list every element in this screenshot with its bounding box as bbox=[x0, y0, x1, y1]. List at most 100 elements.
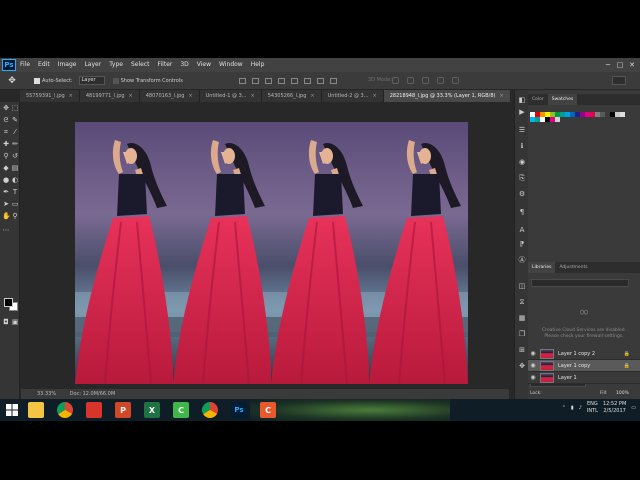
close-tab-icon[interactable]: × bbox=[69, 90, 73, 102]
close-tab-icon[interactable]: × bbox=[499, 90, 503, 102]
measurement-icon[interactable]: ⊞ bbox=[518, 346, 526, 354]
volume-icon[interactable]: ♪ bbox=[579, 405, 582, 411]
menu-layer[interactable]: Layer bbox=[80, 58, 105, 72]
crop-icon[interactable]: ⌗ bbox=[2, 128, 10, 136]
swatches-icon[interactable]: ▦ bbox=[518, 314, 526, 322]
3d-panel-icon[interactable]: ❒ bbox=[518, 330, 526, 338]
close-icon[interactable]: ✕ bbox=[626, 58, 638, 72]
tab-libraries[interactable]: Libraries bbox=[528, 262, 556, 273]
character-panel-icon[interactable]: A bbox=[518, 226, 526, 234]
history-panel-icon[interactable]: ◧ bbox=[518, 96, 526, 104]
camtasia-recorder-icon[interactable]: C bbox=[260, 402, 276, 418]
excel-icon[interactable]: X bbox=[144, 402, 160, 418]
document-canvas[interactable] bbox=[75, 122, 468, 384]
doc-tab-active[interactable]: 28218948_l.jpg @ 33.3% (Layer 1, RGB/8) × bbox=[383, 90, 511, 102]
menu-type[interactable]: Type bbox=[105, 58, 127, 72]
tab-swatches[interactable]: Swatches bbox=[547, 94, 578, 105]
doc-tab[interactable]: 48199771_l.jpg × bbox=[79, 90, 140, 102]
align-top-icon[interactable] bbox=[238, 77, 246, 84]
lasso-icon[interactable]: ᘓ bbox=[2, 116, 10, 124]
move-tool-icon[interactable]: ✥ bbox=[6, 75, 18, 87]
history-brush-icon[interactable]: ↺ bbox=[11, 152, 19, 160]
layer-comps-icon[interactable]: ◫ bbox=[518, 282, 526, 290]
menu-window[interactable]: Window bbox=[215, 58, 247, 72]
tray-up-arrow-icon[interactable]: ⌃ bbox=[562, 405, 566, 411]
network-icon[interactable]: ▮ bbox=[571, 405, 574, 411]
3d-roll-icon[interactable] bbox=[407, 77, 414, 84]
3d-scale-icon[interactable] bbox=[452, 77, 459, 84]
align-middle-icon[interactable] bbox=[251, 77, 259, 84]
language-indicator[interactable]: ENG INTL bbox=[587, 401, 598, 415]
menu-edit[interactable]: Edit bbox=[34, 58, 54, 72]
close-tab-icon[interactable]: × bbox=[188, 90, 192, 102]
align-center-icon[interactable] bbox=[290, 77, 298, 84]
maximize-icon[interactable]: □ bbox=[614, 58, 626, 72]
zoom-icon[interactable]: ⚲ bbox=[11, 212, 19, 220]
glyphs-panel-icon[interactable]: Ⓐ bbox=[518, 256, 526, 264]
chrome-icon-2[interactable] bbox=[202, 402, 218, 418]
close-tab-icon[interactable]: × bbox=[129, 90, 133, 102]
clone-source-icon[interactable]: ⎘ bbox=[518, 174, 526, 182]
navigator-icon[interactable]: ✥ bbox=[518, 362, 526, 370]
gradient-icon[interactable]: ▤ bbox=[11, 164, 19, 172]
doc-tab[interactable]: 54305266_l.jpg × bbox=[261, 90, 322, 102]
visibility-eye-icon[interactable]: ◉ bbox=[528, 350, 538, 357]
blur-icon[interactable]: ● bbox=[2, 176, 10, 184]
minimize-icon[interactable]: ─ bbox=[602, 58, 614, 72]
hand-icon[interactable]: ✋ bbox=[2, 212, 11, 220]
doc-tab[interactable]: 48070163_l.jpg × bbox=[139, 90, 200, 102]
notes-panel-icon[interactable]: ¶ bbox=[518, 208, 526, 216]
actions-panel-icon[interactable]: ▶ bbox=[518, 108, 526, 116]
distribute-icon[interactable] bbox=[316, 77, 324, 84]
path-select-icon[interactable]: ➤ bbox=[2, 200, 10, 208]
doc-tab[interactable]: 55759391_l.jpg × bbox=[20, 90, 80, 102]
menu-select[interactable]: Select bbox=[127, 58, 154, 72]
transform-controls-checkbox[interactable] bbox=[112, 77, 119, 84]
pen-icon[interactable]: ✒ bbox=[2, 188, 10, 196]
clock[interactable]: 12:52 PM 2/5/2017 bbox=[603, 401, 626, 415]
swatch[interactable] bbox=[620, 112, 625, 117]
dodge-icon[interactable]: ◐ bbox=[11, 176, 19, 184]
edit-toolbar-icon[interactable]: ⋯ bbox=[2, 226, 10, 234]
brush-presets-icon[interactable]: ◉ bbox=[518, 158, 526, 166]
tab-adjustments[interactable]: Adjustments bbox=[555, 262, 591, 273]
tab-color[interactable]: Color bbox=[528, 94, 548, 105]
quick-mask-icon[interactable]: ◘ bbox=[2, 318, 10, 326]
layer-row[interactable]: ◉ Layer 1 bbox=[528, 372, 640, 384]
3d-slide-icon[interactable] bbox=[437, 77, 444, 84]
menu-image[interactable]: Image bbox=[54, 58, 81, 72]
camtasia-green-icon[interactable]: C bbox=[173, 402, 189, 418]
eyedropper-icon[interactable]: ⁄ bbox=[11, 128, 19, 136]
doc-tab[interactable]: Untitled-1 @ 3... × bbox=[199, 90, 262, 102]
close-tab-icon[interactable]: × bbox=[310, 90, 314, 102]
healing-icon[interactable]: ✚ bbox=[2, 140, 10, 148]
visibility-eye-icon[interactable]: ◉ bbox=[528, 362, 538, 369]
3d-orbit-icon[interactable] bbox=[392, 77, 399, 84]
align-bottom-icon[interactable] bbox=[264, 77, 272, 84]
menu-view[interactable]: View bbox=[193, 58, 215, 72]
eraser-icon[interactable]: ◆ bbox=[2, 164, 10, 172]
clone-stamp-icon[interactable]: ⚲ bbox=[2, 152, 10, 160]
menu-3d[interactable]: 3D bbox=[176, 58, 192, 72]
notification-icon[interactable]: ▭ bbox=[631, 405, 636, 411]
zoom-level[interactable]: 33.33% bbox=[37, 391, 56, 397]
chrome-icon[interactable] bbox=[57, 402, 73, 418]
visibility-eye-icon[interactable]: ◉ bbox=[528, 374, 538, 381]
auto-select-dropdown[interactable]: Layer bbox=[78, 76, 105, 85]
doc-tab[interactable]: Untitled-2 @ 3... × bbox=[321, 90, 384, 102]
move-icon[interactable]: ✥ bbox=[2, 104, 10, 112]
align-left-icon[interactable] bbox=[277, 77, 285, 84]
close-tab-icon[interactable]: × bbox=[251, 90, 255, 102]
foreground-color-swatch[interactable] bbox=[4, 298, 13, 307]
file-explorer-icon[interactable] bbox=[28, 402, 44, 418]
type-icon[interactable]: T bbox=[11, 188, 19, 196]
properties-panel-icon[interactable]: ☰ bbox=[518, 126, 526, 134]
layer-row[interactable]: ◉ Layer 1 copy 2 🔒 bbox=[528, 348, 640, 360]
distribute-h-icon[interactable] bbox=[329, 77, 337, 84]
swatch[interactable] bbox=[555, 117, 560, 122]
windows-start-icon[interactable] bbox=[6, 404, 18, 416]
3d-pan-icon[interactable] bbox=[422, 77, 429, 84]
paragraph-panel-icon[interactable]: ⁋ bbox=[518, 240, 526, 248]
menu-file[interactable]: File bbox=[16, 58, 34, 72]
library-select[interactable] bbox=[531, 279, 629, 287]
